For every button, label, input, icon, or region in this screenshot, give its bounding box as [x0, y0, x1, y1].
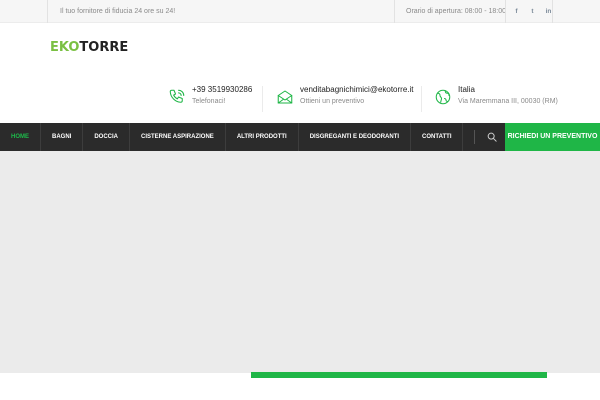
linkedin-icon[interactable]: in	[545, 8, 552, 15]
site-logo[interactable]: EKO TORRE	[50, 39, 129, 55]
facebook-icon[interactable]: f	[513, 8, 520, 15]
contact-location[interactable]: Italia Via Maremmana III, 00030 (RM)	[434, 84, 558, 112]
divider	[505, 0, 506, 23]
contact-phone[interactable]: +39 3519930286 Telefonaci!	[168, 84, 252, 112]
twitter-icon[interactable]: t	[529, 8, 536, 15]
globe-icon	[435, 89, 451, 105]
nav-item-home[interactable]: Home	[0, 123, 41, 151]
contact-phone-number: +39 3519930286	[192, 85, 253, 94]
request-quote-button[interactable]: Richiedi un preventivo	[505, 123, 600, 151]
nav-item-cisterne-aspirazione[interactable]: Cisterne Aspirazione	[130, 123, 226, 151]
social-links: f t in	[513, 0, 552, 23]
hero-slider	[0, 151, 600, 373]
top-tagline: Il tuo fornitore di fiducia 24 ore su 24…	[47, 0, 175, 23]
contact-email[interactable]: venditabagnichimici@ekotorre.it Ottieni …	[276, 84, 414, 112]
divider	[421, 86, 422, 112]
nav-item-contatti[interactable]: Contatti	[411, 123, 464, 151]
email-icon	[277, 90, 293, 104]
opening-hours: Orario di apertura: 08:00 - 18:00	[394, 0, 506, 23]
divider	[262, 86, 263, 112]
main-navigation: Home Bagni Doccia Cisterne Aspirazione A…	[0, 123, 600, 151]
nav-item-bagni[interactable]: Bagni	[41, 123, 84, 151]
contact-phone-label: Telefonaci!	[192, 98, 226, 105]
search-icon[interactable]	[487, 132, 497, 142]
contact-email-address: venditabagnichimici@ekotorre.it	[300, 85, 414, 94]
phone-icon	[169, 89, 185, 103]
logo-torre: TORRE	[79, 39, 129, 55]
logo-eko: EKO	[50, 39, 80, 55]
top-bar: Il tuo fornitore di fiducia 24 ore su 24…	[0, 0, 600, 23]
divider	[552, 0, 553, 23]
nav-item-disgreganti-deodoranti[interactable]: Disgreganti e Deodoranti	[299, 123, 412, 151]
nav-item-altri-prodotti[interactable]: Altri prodotti	[226, 123, 299, 151]
contact-email-label: Ottieni un preventivo	[300, 98, 365, 105]
nav-item-doccia[interactable]: Doccia	[83, 123, 131, 151]
contact-country: Italia	[458, 85, 475, 94]
contact-address: Via Maremmana III, 00030 (RM)	[458, 98, 558, 105]
divider	[474, 130, 475, 144]
slider-progress-bar	[251, 372, 547, 378]
